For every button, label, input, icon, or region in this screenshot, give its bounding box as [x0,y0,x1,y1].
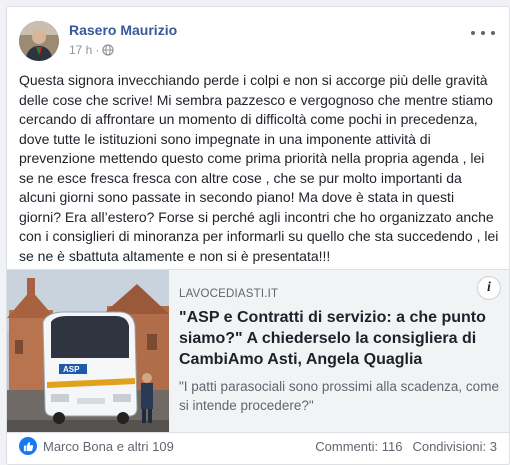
link-thumbnail[interactable]: ASP [7,270,169,432]
shares-count[interactable]: Condivisioni: 3 [412,439,497,454]
post-card: Rasero Maurizio 17 h · Questa signora in… [6,6,510,465]
post-meta: 17 h · [69,43,114,57]
bus-logo-text: ASP [63,365,80,374]
post-footer: Marco Bona e altri 109 Commenti: 116 Cond… [19,435,497,457]
post-header: Rasero Maurizio 17 h · [19,19,497,65]
post-text: Questa signora invecchiando perde i colp… [19,72,499,264]
link-title[interactable]: "ASP e Contratti di servizio: a che punt… [179,307,499,370]
link-preview[interactable]: ASP LAVOCEDIASTI.IT "ASP e Contratti di … [7,269,509,433]
engagement-counts: Commenti: 116 Condivisioni: 3 [315,439,497,454]
comments-count[interactable]: Commenti: 116 [315,439,402,454]
link-info[interactable]: LAVOCEDIASTI.IT "ASP e Contratti di serv… [179,288,499,415]
author-name[interactable]: Rasero Maurizio [69,22,177,38]
globe-icon [102,44,114,56]
post-time[interactable]: 17 h [69,43,92,57]
avatar[interactable] [19,21,59,61]
meta-separator: · [95,43,100,57]
link-domain: LAVOCEDIASTI.IT [179,288,279,300]
like-reaction-icon[interactable] [19,437,37,455]
more-options-icon[interactable] [471,25,495,41]
reactors-summary[interactable]: Marco Bona e altri 109 [43,439,174,454]
link-description: "I patti parasociali sono prossimi alla … [179,379,499,413]
info-icon[interactable]: i [477,276,501,300]
